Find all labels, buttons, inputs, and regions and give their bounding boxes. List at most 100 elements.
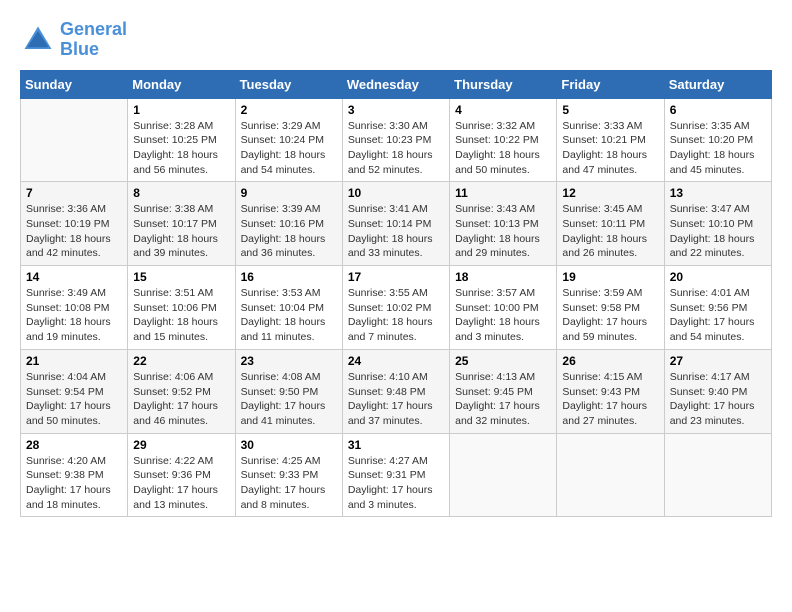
day-number: 5: [562, 103, 658, 117]
calendar-week-row: 14 Sunrise: 3:49 AM Sunset: 10:08 PM Dayl…: [21, 266, 772, 350]
day-header-thursday: Thursday: [450, 70, 557, 98]
day-info: Sunrise: 4:15 AM Sunset: 9:43 PM Dayligh…: [562, 370, 658, 429]
calendar-cell: [664, 433, 771, 517]
day-info: Sunrise: 4:01 AM Sunset: 9:56 PM Dayligh…: [670, 286, 766, 345]
calendar-cell: 2 Sunrise: 3:29 AM Sunset: 10:24 PM Dayli…: [235, 98, 342, 182]
day-number: 12: [562, 186, 658, 200]
calendar-cell: 25Sunrise: 4:13 AM Sunset: 9:45 PM Dayli…: [450, 349, 557, 433]
day-info: Sunrise: 4:25 AM Sunset: 9:33 PM Dayligh…: [241, 454, 337, 513]
day-number: 7: [26, 186, 122, 200]
calendar-cell: 16Sunrise: 3:53 AM Sunset: 10:04 PM Dayl…: [235, 266, 342, 350]
day-header-monday: Monday: [128, 70, 235, 98]
day-info: Sunrise: 4:22 AM Sunset: 9:36 PM Dayligh…: [133, 454, 229, 513]
day-number: 31: [348, 438, 444, 452]
day-info: Sunrise: 3:57 AM Sunset: 10:00 PM Daylig…: [455, 286, 551, 345]
day-number: 8: [133, 186, 229, 200]
calendar-week-row: 7 Sunrise: 3:36 AM Sunset: 10:19 PM Dayli…: [21, 182, 772, 266]
day-info: Sunrise: 3:29 AM Sunset: 10:24 PM Daylig…: [241, 119, 337, 178]
day-number: 29: [133, 438, 229, 452]
calendar-cell: 9Sunrise: 3:39 AM Sunset: 10:16 PM Dayli…: [235, 182, 342, 266]
day-info: Sunrise: 4:08 AM Sunset: 9:50 PM Dayligh…: [241, 370, 337, 429]
day-number: 17: [348, 270, 444, 284]
day-number: 22: [133, 354, 229, 368]
day-info: Sunrise: 4:10 AM Sunset: 9:48 PM Dayligh…: [348, 370, 444, 429]
calendar-cell: [450, 433, 557, 517]
day-info: Sunrise: 3:39 AM Sunset: 10:16 PM Daylig…: [241, 202, 337, 261]
day-number: 30: [241, 438, 337, 452]
calendar-cell: 24Sunrise: 4:10 AM Sunset: 9:48 PM Dayli…: [342, 349, 449, 433]
calendar-cell: 6Sunrise: 3:35 AM Sunset: 10:20 PM Dayli…: [664, 98, 771, 182]
day-info: Sunrise: 3:55 AM Sunset: 10:02 PM Daylig…: [348, 286, 444, 345]
calendar-cell: 30 Sunrise: 4:25 AM Sunset: 9:33 PM Dayli…: [235, 433, 342, 517]
calendar-cell: 27 Sunrise: 4:17 AM Sunset: 9:40 PM Dayli…: [664, 349, 771, 433]
calendar-cell: 11 Sunrise: 3:43 AM Sunset: 10:13 PM Dayl…: [450, 182, 557, 266]
calendar-cell: 31 Sunrise: 4:27 AM Sunset: 9:31 PM Dayli…: [342, 433, 449, 517]
day-number: 4: [455, 103, 551, 117]
day-info: Sunrise: 4:04 AM Sunset: 9:54 PM Dayligh…: [26, 370, 122, 429]
logo: General Blue: [20, 20, 127, 60]
calendar-cell: 8 Sunrise: 3:38 AM Sunset: 10:17 PM Dayli…: [128, 182, 235, 266]
calendar-cell: 13 Sunrise: 3:47 AM Sunset: 10:10 PM Dayl…: [664, 182, 771, 266]
day-number: 1: [133, 103, 229, 117]
day-number: 25: [455, 354, 551, 368]
calendar-cell: 15 Sunrise: 3:51 AM Sunset: 10:06 PM Dayl…: [128, 266, 235, 350]
day-number: 19: [562, 270, 658, 284]
day-number: 15: [133, 270, 229, 284]
calendar-cell: 29 Sunrise: 4:22 AM Sunset: 9:36 PM Dayli…: [128, 433, 235, 517]
day-number: 13: [670, 186, 766, 200]
calendar-header-row: SundayMondayTuesdayWednesdayThursdayFrid…: [21, 70, 772, 98]
calendar-cell: 22 Sunrise: 4:06 AM Sunset: 9:52 PM Dayli…: [128, 349, 235, 433]
day-info: Sunrise: 3:36 AM Sunset: 10:19 PM Daylig…: [26, 202, 122, 261]
day-number: 11: [455, 186, 551, 200]
day-info: Sunrise: 3:43 AM Sunset: 10:13 PM Daylig…: [455, 202, 551, 261]
day-header-friday: Friday: [557, 70, 664, 98]
day-info: Sunrise: 3:51 AM Sunset: 10:06 PM Daylig…: [133, 286, 229, 345]
day-number: 27: [670, 354, 766, 368]
calendar-cell: 1 Sunrise: 3:28 AM Sunset: 10:25 PM Dayli…: [128, 98, 235, 182]
day-info: Sunrise: 3:28 AM Sunset: 10:25 PM Daylig…: [133, 119, 229, 178]
calendar-cell: 19 Sunrise: 3:59 AM Sunset: 9:58 PM Dayli…: [557, 266, 664, 350]
calendar-cell: 14 Sunrise: 3:49 AM Sunset: 10:08 PM Dayl…: [21, 266, 128, 350]
calendar-table: SundayMondayTuesdayWednesdayThursdayFrid…: [20, 70, 772, 518]
day-number: 23: [241, 354, 337, 368]
day-info: Sunrise: 3:33 AM Sunset: 10:21 PM Daylig…: [562, 119, 658, 178]
day-number: 2: [241, 103, 337, 117]
day-header-sunday: Sunday: [21, 70, 128, 98]
day-number: 18: [455, 270, 551, 284]
day-number: 16: [241, 270, 337, 284]
calendar-cell: 17 Sunrise: 3:55 AM Sunset: 10:02 PM Dayl…: [342, 266, 449, 350]
calendar-cell: 5 Sunrise: 3:33 AM Sunset: 10:21 PM Dayli…: [557, 98, 664, 182]
calendar-cell: [21, 98, 128, 182]
calendar-cell: 10Sunrise: 3:41 AM Sunset: 10:14 PM Dayl…: [342, 182, 449, 266]
day-info: Sunrise: 3:45 AM Sunset: 10:11 PM Daylig…: [562, 202, 658, 261]
calendar-cell: 12 Sunrise: 3:45 AM Sunset: 10:11 PM Dayl…: [557, 182, 664, 266]
day-number: 10: [348, 186, 444, 200]
calendar-cell: 18 Sunrise: 3:57 AM Sunset: 10:00 PM Dayl…: [450, 266, 557, 350]
day-info: Sunrise: 4:27 AM Sunset: 9:31 PM Dayligh…: [348, 454, 444, 513]
day-info: Sunrise: 3:32 AM Sunset: 10:22 PM Daylig…: [455, 119, 551, 178]
day-header-wednesday: Wednesday: [342, 70, 449, 98]
day-info: Sunrise: 3:47 AM Sunset: 10:10 PM Daylig…: [670, 202, 766, 261]
day-info: Sunrise: 3:38 AM Sunset: 10:17 PM Daylig…: [133, 202, 229, 261]
day-number: 14: [26, 270, 122, 284]
day-info: Sunrise: 4:06 AM Sunset: 9:52 PM Dayligh…: [133, 370, 229, 429]
day-info: Sunrise: 3:59 AM Sunset: 9:58 PM Dayligh…: [562, 286, 658, 345]
day-number: 28: [26, 438, 122, 452]
day-number: 6: [670, 103, 766, 117]
calendar-week-row: 21Sunrise: 4:04 AM Sunset: 9:54 PM Dayli…: [21, 349, 772, 433]
calendar-week-row: 1 Sunrise: 3:28 AM Sunset: 10:25 PM Dayli…: [21, 98, 772, 182]
calendar-cell: 4 Sunrise: 3:32 AM Sunset: 10:22 PM Dayli…: [450, 98, 557, 182]
calendar-cell: 28Sunrise: 4:20 AM Sunset: 9:38 PM Dayli…: [21, 433, 128, 517]
day-info: Sunrise: 4:17 AM Sunset: 9:40 PM Dayligh…: [670, 370, 766, 429]
calendar-cell: 21Sunrise: 4:04 AM Sunset: 9:54 PM Dayli…: [21, 349, 128, 433]
logo-text: General Blue: [60, 20, 127, 60]
calendar-cell: 7 Sunrise: 3:36 AM Sunset: 10:19 PM Dayli…: [21, 182, 128, 266]
calendar-cell: 23 Sunrise: 4:08 AM Sunset: 9:50 PM Dayli…: [235, 349, 342, 433]
day-header-tuesday: Tuesday: [235, 70, 342, 98]
calendar-cell: 3Sunrise: 3:30 AM Sunset: 10:23 PM Dayli…: [342, 98, 449, 182]
page-header: General Blue: [20, 20, 772, 60]
day-header-saturday: Saturday: [664, 70, 771, 98]
calendar-cell: 26Sunrise: 4:15 AM Sunset: 9:43 PM Dayli…: [557, 349, 664, 433]
day-info: Sunrise: 3:49 AM Sunset: 10:08 PM Daylig…: [26, 286, 122, 345]
logo-icon: [20, 22, 56, 58]
